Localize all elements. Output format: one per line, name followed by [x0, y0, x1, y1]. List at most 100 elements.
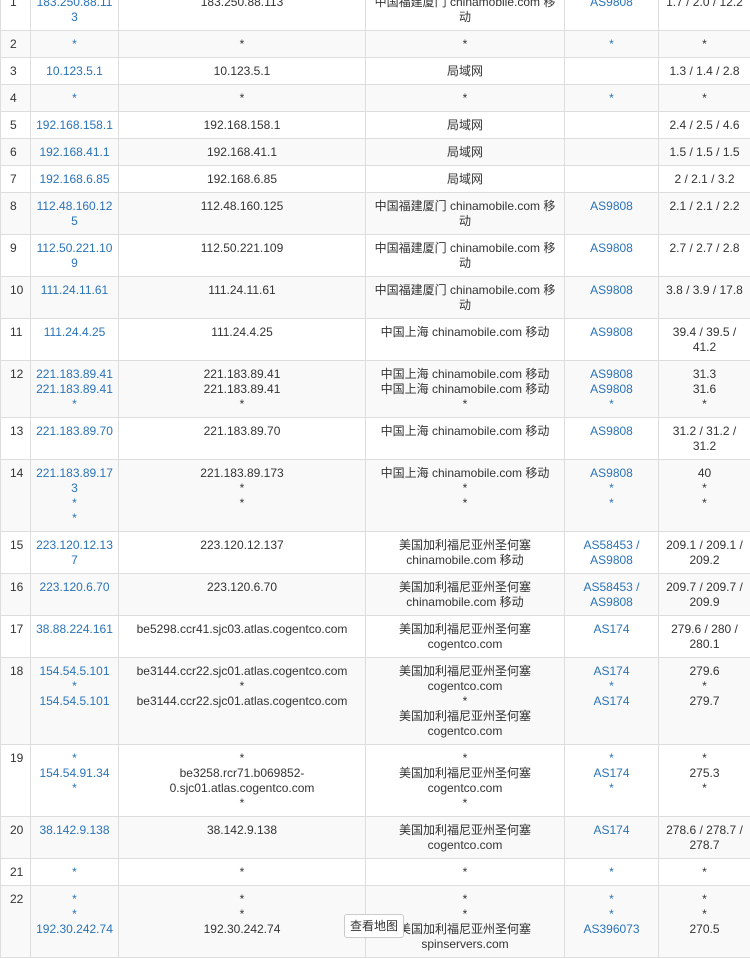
hop-asn-line[interactable]: AS9808: [569, 553, 654, 568]
hop-ip-line[interactable]: *: [35, 679, 114, 694]
hop-asn-line[interactable]: AS58453 /: [569, 538, 654, 553]
hop-ip-line[interactable]: 223.120.12.137: [35, 538, 114, 568]
hop-asn-line[interactable]: AS174: [569, 823, 654, 838]
hop-latency-cell: 279.6*279.7: [659, 658, 750, 745]
hop-ip-line[interactable]: 221.183.89.70: [35, 424, 114, 439]
hop-asn-line[interactable]: AS396073: [569, 922, 654, 937]
hop-asn-line[interactable]: AS9808: [569, 199, 654, 214]
hop-asn-line[interactable]: *: [569, 37, 654, 52]
hop-ip-line[interactable]: 10.123.5.1: [35, 64, 114, 79]
hop-ip-line[interactable]: 192.168.41.1: [35, 145, 114, 160]
hop-asn-line[interactable]: *: [569, 865, 654, 880]
hop-asn-line[interactable]: AS9808: [569, 325, 654, 340]
hop-ip-line[interactable]: 154.54.5.101: [35, 694, 114, 709]
hop-ip-line[interactable]: *: [35, 91, 114, 106]
hop-ip-line[interactable]: 221.183.89.41: [35, 367, 114, 382]
hop-number-cell: 8: [1, 193, 31, 235]
hop-location-line: cogentco.com: [370, 637, 560, 652]
hop-asn-line[interactable]: AS9808: [569, 424, 654, 439]
hop-asn-cell: *: [565, 859, 659, 886]
hop-ip-line[interactable]: 154.54.91.34: [35, 766, 114, 781]
hop-ip-line[interactable]: 111.24.11.61: [35, 283, 114, 298]
hop-asn-line[interactable]: AS174: [569, 622, 654, 637]
hop-hostname-line: *: [123, 496, 361, 511]
hop-asn-line[interactable]: AS174: [569, 664, 654, 679]
view-map-button[interactable]: 查看地图: [344, 914, 404, 938]
hop-ip-line[interactable]: *: [35, 511, 114, 526]
hop-asn-line[interactable]: AS9808: [569, 241, 654, 256]
hop-location-cell: 中国上海 chinamobile.com 移动中国上海 chinamobile.…: [366, 361, 565, 418]
hop-asn-line[interactable]: *: [569, 892, 654, 907]
hop-location-line: *: [370, 751, 560, 766]
hop-ip-line[interactable]: 111.24.4.25: [35, 325, 114, 340]
hop-asn-line[interactable]: *: [569, 907, 654, 922]
hop-ip-line[interactable]: *: [35, 907, 114, 922]
hop-asn-cell: AS9808: [565, 235, 659, 277]
hop-location-line: 局域网: [370, 118, 560, 133]
hop-asn-line[interactable]: AS9808: [569, 283, 654, 298]
hop-asn-line[interactable]: AS9808: [569, 595, 654, 610]
hop-asn-line[interactable]: AS174: [569, 694, 654, 709]
hop-hostname-cell: 112.50.221.109: [119, 235, 366, 277]
hop-asn-cell: [565, 139, 659, 166]
hop-ip-line[interactable]: 221.183.89.173: [35, 466, 114, 496]
hop-asn-line[interactable]: AS174: [569, 766, 654, 781]
hop-ip-line[interactable]: 192.168.158.1: [35, 118, 114, 133]
hop-ip-line[interactable]: 192.30.242.74: [35, 922, 114, 937]
hop-asn-line[interactable]: AS9808: [569, 0, 654, 10]
hop-asn-line[interactable]: AS9808: [569, 367, 654, 382]
hop-asn-line[interactable]: AS9808: [569, 382, 654, 397]
hop-hostname-line: *: [123, 679, 361, 694]
hop-asn-line[interactable]: [569, 64, 654, 79]
hop-latency-cell: 209.7 / 209.7 /209.9: [659, 574, 750, 616]
hop-asn-line[interactable]: *: [569, 91, 654, 106]
hop-asn-line[interactable]: [569, 172, 654, 187]
hop-ip-line[interactable]: 154.54.5.101: [35, 664, 114, 679]
hop-number-cell: 10: [1, 277, 31, 319]
hop-ip-line[interactable]: 192.168.6.85: [35, 172, 114, 187]
hop-asn-line[interactable]: *: [569, 496, 654, 511]
hop-hostname-cell: 221.183.89.70: [119, 418, 366, 460]
hop-asn-line[interactable]: *: [569, 481, 654, 496]
hop-latency-line: 278.7: [663, 838, 746, 853]
hop-ip-line[interactable]: *: [35, 397, 114, 412]
hop-asn-line[interactable]: AS58453 /: [569, 580, 654, 595]
hop-hostname-cell: be3144.ccr22.sjc01.atlas.cogentco.com*be…: [119, 658, 366, 745]
hop-ip-line[interactable]: *: [35, 496, 114, 511]
hop-ip-line[interactable]: 38.88.224.161: [35, 622, 114, 637]
hop-hostname-line: 221.183.89.70: [123, 424, 361, 439]
hop-ip-line[interactable]: 38.142.9.138: [35, 823, 114, 838]
hop-hostname-line: 192.168.41.1: [123, 145, 361, 160]
hop-asn-cell: AS9808: [565, 193, 659, 235]
hop-latency-line: 279.6: [663, 664, 746, 679]
table-row: 13221.183.89.70221.183.89.70中国上海 chinamo…: [1, 418, 750, 460]
hop-ip-line[interactable]: *: [35, 37, 114, 52]
hop-ip-line[interactable]: *: [35, 865, 114, 880]
hop-asn-line[interactable]: *: [569, 397, 654, 412]
hop-ip-line[interactable]: *: [35, 751, 114, 766]
hop-asn-line[interactable]: AS9808: [569, 466, 654, 481]
hop-ip-line[interactable]: 221.183.89.41: [35, 382, 114, 397]
hop-asn-line[interactable]: [569, 145, 654, 160]
hop-asn-cell: AS9808: [565, 277, 659, 319]
hop-asn-cell: AS174*AS174: [565, 658, 659, 745]
hop-location-cell: 中国上海 chinamobile.com 移动: [366, 319, 565, 361]
hop-latency-line: 1.3 / 1.4 / 2.8: [663, 64, 746, 79]
hop-asn-line[interactable]: *: [569, 781, 654, 796]
hop-location-line: 美国加利福尼亚州圣何塞: [370, 709, 560, 724]
hop-asn-line[interactable]: *: [569, 679, 654, 694]
hop-asn-line[interactable]: *: [569, 751, 654, 766]
hop-hostname-cell: *: [119, 859, 366, 886]
hop-ip-line[interactable]: *: [35, 781, 114, 796]
hop-ip-cell: *: [31, 85, 119, 112]
hop-asn-line[interactable]: [569, 118, 654, 133]
hop-ip-line[interactable]: 223.120.6.70: [35, 580, 114, 595]
hop-location-line: 中国上海 chinamobile.com 移动: [370, 325, 560, 340]
hop-ip-line[interactable]: 112.50.221.109: [35, 241, 114, 271]
hop-latency-line: *: [663, 751, 746, 766]
hop-ip-line[interactable]: 112.48.160.125: [35, 199, 114, 229]
hop-ip-line[interactable]: 183.250.88.113: [35, 0, 114, 25]
hop-latency-line: 3.8 / 3.9 / 17.8: [663, 283, 746, 298]
hop-latency-cell: 39.4 / 39.5 /41.2: [659, 319, 750, 361]
hop-ip-line[interactable]: *: [35, 892, 114, 907]
